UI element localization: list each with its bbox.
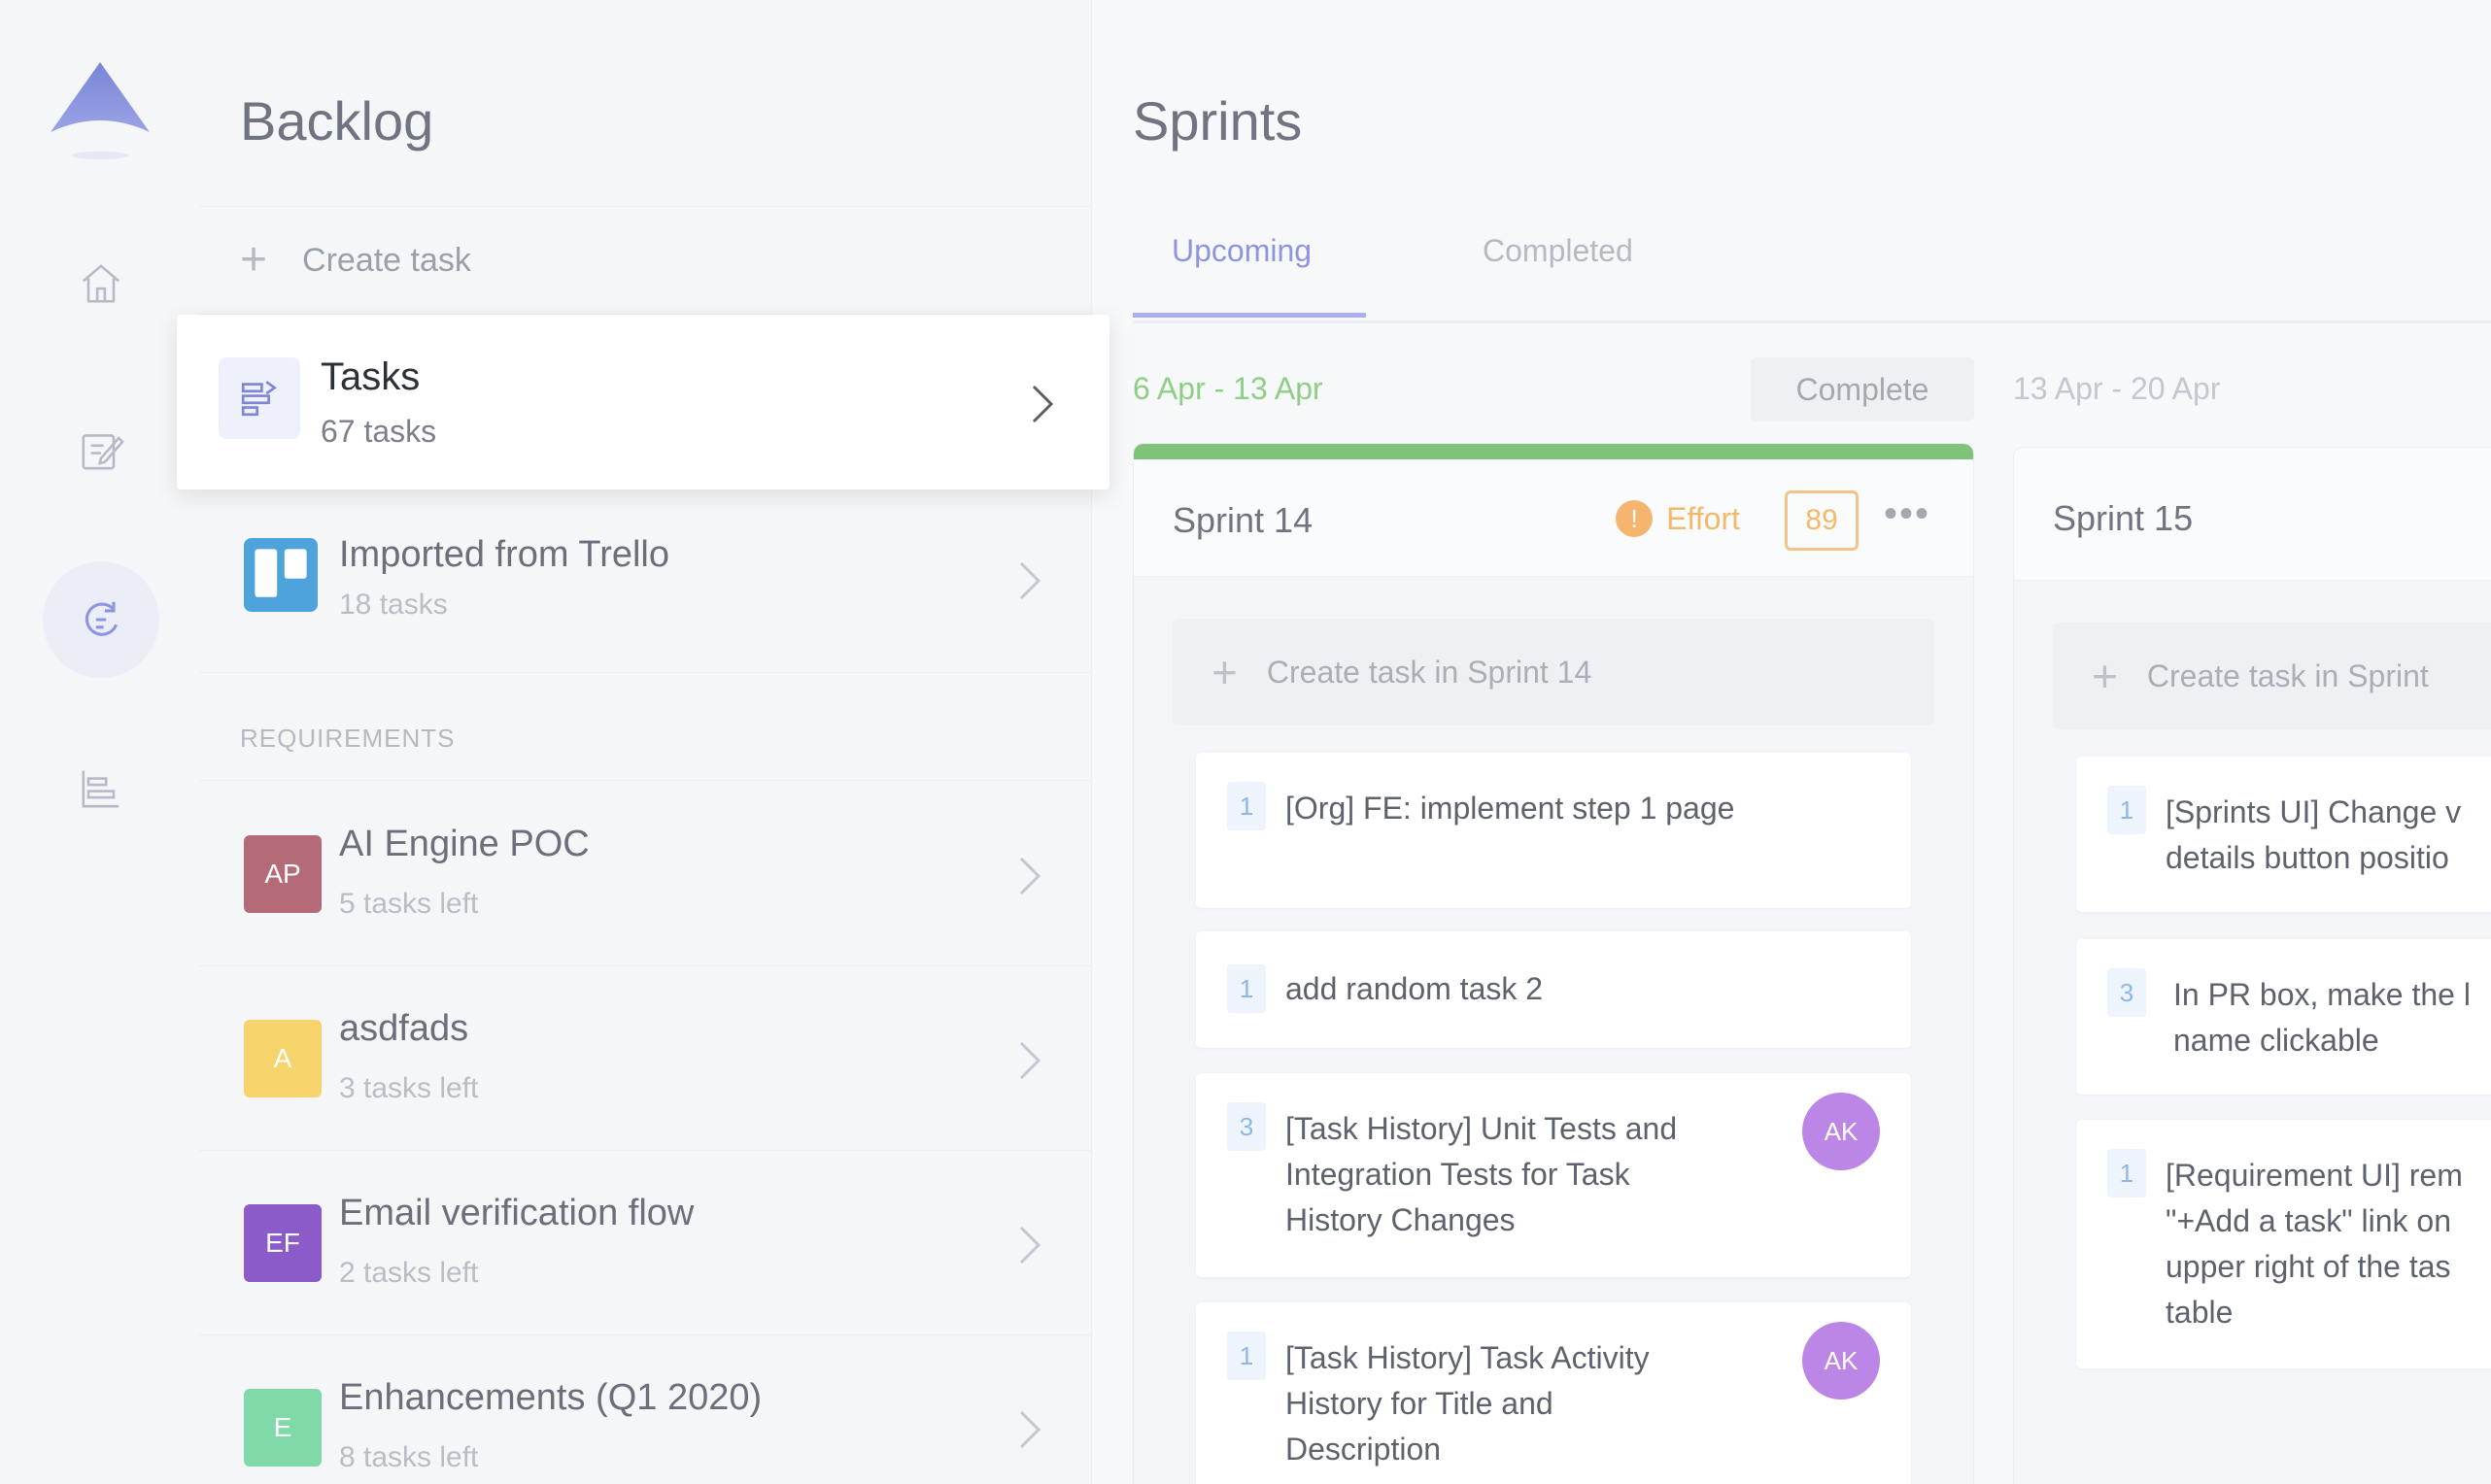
story-points: 1 [1227, 1332, 1266, 1380]
requirement-sub: 8 tasks left [339, 1441, 479, 1473]
requirement-item[interactable]: EF Email verification flow 2 tasks left [199, 1150, 1091, 1335]
story-points: 1 [1227, 964, 1266, 1013]
create-task-button[interactable]: + Create task [199, 206, 1091, 315]
sprint-15-date-range: 13 Apr - 20 Apr [2013, 371, 2221, 406]
trello-title: Imported from Trello [339, 534, 669, 575]
task-title: In PR box, make the l name clickable [2173, 977, 2471, 1058]
story-points: 3 [1227, 1102, 1266, 1151]
sprint-cycle-icon [85, 601, 119, 636]
chevron-right-icon [1019, 561, 1041, 600]
assignee-avatar[interactable]: AK [1802, 1322, 1880, 1400]
active-tab-indicator [1133, 313, 1366, 318]
sprint-column: Sprint 15 + Create task in Sprint 1 [Spr… [2013, 447, 2491, 1484]
story-points: 1 [1227, 782, 1266, 830]
task-title: [Sprints UI] Change v details button pos… [2166, 794, 2462, 875]
roadmap-icon [82, 770, 119, 808]
warning-icon: ! [1616, 500, 1654, 537]
requirement-badge: E [244, 1389, 322, 1467]
app: Backlog + Create task Imported from Trel… [0, 0, 2491, 1484]
requirement-item[interactable]: AP AI Engine POC 5 tasks left [199, 781, 1091, 966]
nav-rail [0, 0, 200, 1484]
home-icon [82, 264, 120, 303]
requirement-title: AI Engine POC [339, 824, 590, 864]
sprint-name: Sprint 14 [1173, 500, 1314, 540]
task-title: add random task 2 [1285, 971, 1544, 1006]
task-card[interactable]: 3 In PR box, make the l name clickable [2076, 939, 2491, 1095]
nav-home[interactable] [43, 225, 159, 342]
sprint-tabs: Upcoming Completed [1133, 194, 2491, 323]
task-card[interactable]: 1 [Requirement UI] rem "+Add a task" lin… [2076, 1120, 2491, 1368]
requirement-badge: EF [244, 1204, 322, 1282]
sprint-header: Sprint 14 ! Effort 89 ••• [1134, 459, 1973, 577]
sprint-progress-bar [1134, 444, 1973, 459]
sprint-name: Sprint 15 [2053, 498, 2194, 538]
requirements-heading: REQUIREMENTS [240, 724, 456, 753]
task-card[interactable]: 1 [Sprints UI] Change v details button p… [2076, 757, 2491, 912]
task-card[interactable]: 1 [Task History] Task Activity History f… [1196, 1302, 1911, 1484]
sprints-panel: Sprints Upcoming Completed 6 Apr - 13 Ap… [1092, 0, 2491, 1484]
nav-sprints[interactable] [43, 561, 159, 678]
task-title: [Task History] Unit Tests and Integratio… [1285, 1111, 1678, 1237]
chevron-right-icon [1019, 857, 1041, 895]
create-in-sprint-label: Create task in Sprint [2146, 658, 2429, 693]
story-points: 1 [2107, 786, 2146, 834]
task-title: [Requirement UI] rem "+Add a task" link … [2166, 1158, 2463, 1330]
effort-value: 89 [1785, 490, 1859, 551]
plus-icon: + [240, 234, 268, 286]
app-logo[interactable] [47, 58, 154, 165]
edit-icon [82, 434, 124, 470]
backlog-item-trello[interactable]: Imported from Trello 18 tasks [199, 488, 1091, 673]
assignee-avatar[interactable]: AK [1802, 1093, 1880, 1170]
nav-notes[interactable] [43, 392, 159, 509]
story-points: 1 [2107, 1149, 2146, 1197]
task-title: [Task History] Task Activity History for… [1285, 1340, 1650, 1467]
trello-count: 18 tasks [339, 589, 448, 621]
tasks-count: 67 tasks [321, 414, 437, 449]
nav-roadmap[interactable] [43, 730, 159, 847]
chevron-right-icon [1019, 1226, 1041, 1265]
complete-sprint-button[interactable]: Complete [1751, 357, 1974, 422]
requirement-badge: A [244, 1020, 322, 1097]
backlog-item-tasks[interactable]: Tasks 67 tasks [177, 315, 1109, 489]
task-card[interactable]: 3 [Task History] Unit Tests and Integrat… [1196, 1073, 1911, 1277]
sprint-14-date-range: 6 Apr - 13 Apr [1133, 371, 1323, 406]
tab-upcoming[interactable]: Upcoming [1172, 233, 1312, 269]
requirement-title: Email verification flow [339, 1193, 695, 1233]
create-in-sprint-label: Create task in Sprint 14 [1266, 654, 1592, 690]
task-title: [Org] FE: implement step 1 page [1285, 791, 1735, 826]
tasks-icon-wrap [219, 357, 300, 439]
backlog-title: Backlog [240, 90, 434, 152]
create-task-label: Create task [302, 241, 471, 279]
chevron-right-icon [1019, 1410, 1041, 1449]
effort-label: Effort [1666, 500, 1740, 536]
trello-icon [244, 538, 318, 612]
tasks-title: Tasks [321, 355, 421, 398]
effort-indicator: ! Effort [1616, 500, 1740, 537]
task-card[interactable]: 1 add random task 2 [1196, 931, 1911, 1048]
plus-icon: + [2092, 651, 2118, 701]
requirement-sub: 2 tasks left [339, 1257, 479, 1289]
more-options-icon[interactable]: ••• [1884, 492, 1930, 536]
requirement-title: asdfads [339, 1008, 469, 1049]
sprints-title: Sprints [1133, 90, 1303, 152]
chevron-right-icon [1032, 385, 1054, 423]
requirement-sub: 5 tasks left [339, 888, 479, 920]
requirement-sub: 3 tasks left [339, 1072, 479, 1104]
requirement-item[interactable]: E Enhancements (Q1 2020) 8 tasks left [199, 1334, 1091, 1484]
story-points: 3 [2107, 968, 2146, 1017]
requirement-title: Enhancements (Q1 2020) [339, 1377, 763, 1418]
tasks-list-icon [241, 381, 277, 417]
task-card[interactable]: 1 [Org] FE: implement step 1 page [1196, 753, 1911, 908]
create-task-in-sprint-button[interactable]: + Create task in Sprint 14 [1173, 619, 1934, 725]
sprint-header: Sprint 15 [2014, 448, 2491, 581]
requirement-item[interactable]: A asdfads 3 tasks left [199, 965, 1091, 1151]
tab-completed[interactable]: Completed [1483, 233, 1633, 269]
sprint-column: Sprint 14 ! Effort 89 ••• + Create task … [1133, 443, 1974, 1484]
create-task-in-sprint-button[interactable]: + Create task in Sprint [2053, 623, 2491, 729]
chevron-right-icon [1019, 1041, 1041, 1080]
plus-icon: + [1211, 647, 1238, 697]
backlog-panel: Backlog + Create task Imported from Trel… [199, 0, 1092, 1484]
requirement-badge: AP [244, 835, 322, 913]
